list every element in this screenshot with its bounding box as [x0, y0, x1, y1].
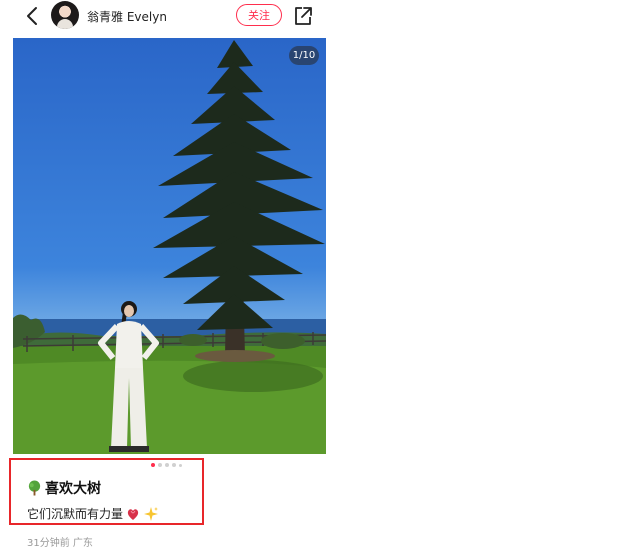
post-time: 31分钟前 — [27, 538, 70, 549]
post-meta: 31分钟前 广东 — [27, 534, 93, 549]
heart-emoji-icon — [127, 508, 139, 520]
post-photo[interactable]: 1/10 — [13, 38, 326, 454]
follow-button[interactable]: 关注 — [236, 4, 282, 26]
share-icon[interactable] — [292, 5, 314, 27]
post-description-row: 它们沉默而有力量 — [27, 505, 159, 522]
post-location: 广东 — [72, 538, 93, 549]
back-arrow-icon[interactable] — [22, 5, 44, 27]
post-header: 翁青雅 Evelyn 关注 — [0, 0, 340, 32]
post-title-row: 喜欢大树 — [27, 478, 101, 498]
photo-scene — [13, 40, 326, 454]
avatar[interactable] — [51, 1, 79, 29]
post-description: 它们沉默而有力量 — [27, 507, 124, 521]
username[interactable]: 翁青雅 Evelyn — [87, 8, 167, 25]
post-title: 喜欢大树 — [45, 481, 101, 497]
tree-emoji-icon — [28, 480, 41, 496]
photo-counter: 1/10 — [289, 46, 319, 65]
sparkles-emoji-icon — [144, 506, 159, 521]
